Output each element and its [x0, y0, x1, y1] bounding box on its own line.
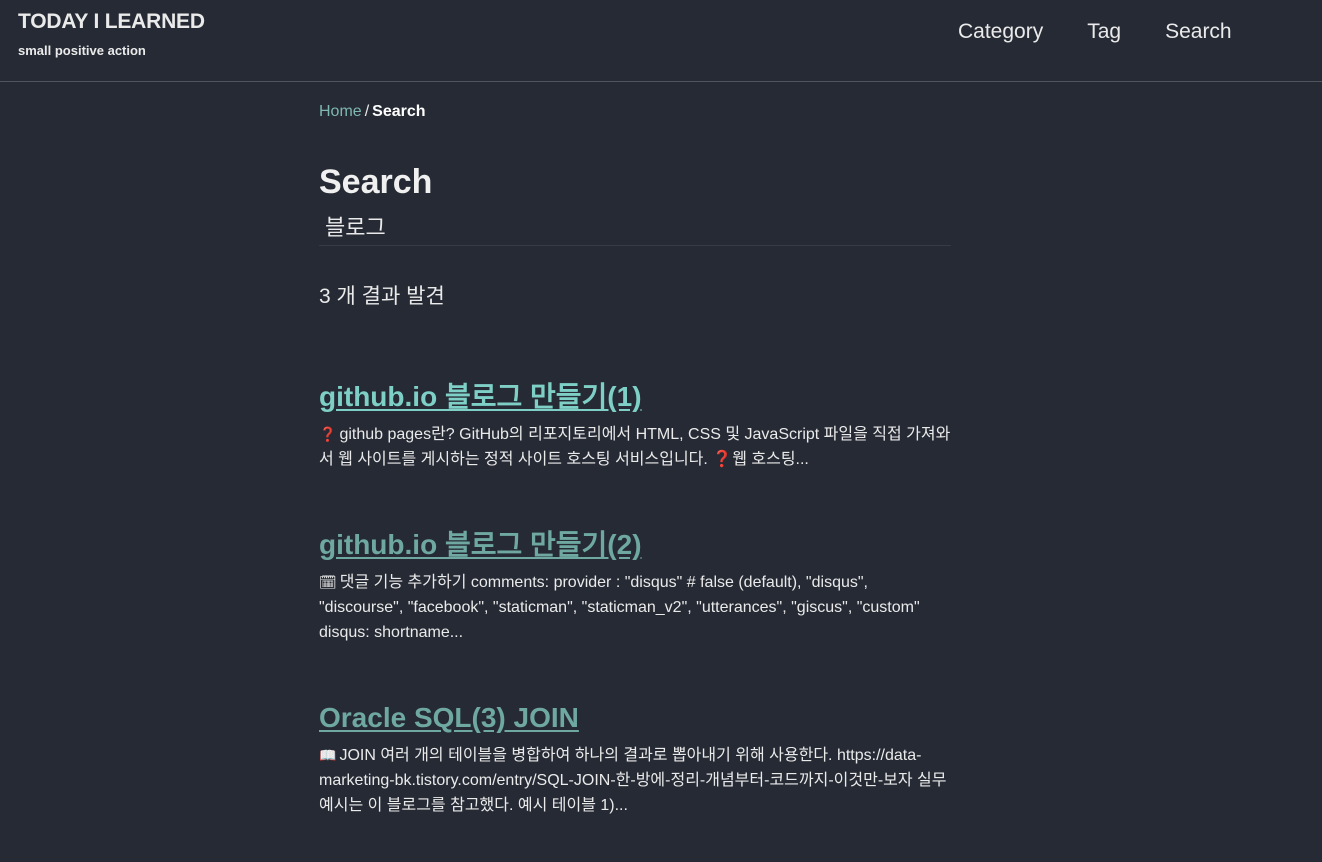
search-input[interactable]	[319, 206, 951, 246]
result-excerpt: 🗓 댓글 기능 추가하기 comments: provider : "disqus…	[319, 570, 951, 645]
breadcrumb: Home / Search	[319, 98, 951, 126]
result-title-link[interactable]: Oracle SQL(3) JOIN	[319, 701, 951, 735]
breadcrumb-separator: /	[364, 103, 370, 120]
result-excerpt-text: JOIN 여러 개의 테이블을 병합하여 하나의 결과로 뽑아내기 위해 사용한…	[319, 747, 947, 814]
page-title: Search	[319, 163, 433, 201]
breadcrumb-home-link[interactable]: Home	[319, 103, 362, 120]
calendar-icon: 🗓	[319, 574, 337, 590]
results-count: 3 개 결과 발견	[319, 285, 445, 308]
search-result: github.io 블로그 만들기(2) 🗓 댓글 기능 추가하기 comment…	[319, 528, 951, 645]
book-icon: 📖	[319, 747, 337, 763]
nav-tag[interactable]: Tag	[1087, 20, 1121, 44]
result-excerpt: 📖 JOIN 여러 개의 테이블을 병합하여 하나의 결과로 뽑아내기 위해 사용…	[319, 743, 951, 818]
breadcrumb-current: Search	[372, 103, 426, 120]
masthead: TODAY I LEARNED small positive action Ca…	[0, 0, 1322, 82]
result-excerpt-text: github pages란? GitHub의 리포지토리에서 HTML, CSS…	[319, 426, 951, 468]
result-title-link[interactable]: github.io 블로그 만들기(1)	[319, 380, 951, 414]
search-result: Oracle SQL(3) JOIN 📖 JOIN 여러 개의 테이블을 병합하여…	[319, 701, 951, 818]
result-excerpt-text: 댓글 기능 추가하기 comments: provider : "disqus"…	[319, 574, 920, 641]
question-mark-icon: ❓	[319, 426, 337, 442]
site-title-link[interactable]: TODAY I LEARNED	[18, 10, 205, 34]
result-title-link[interactable]: github.io 블로그 만들기(2)	[319, 528, 951, 562]
search-result: github.io 블로그 만들기(1) ❓ github pages란? Git…	[319, 380, 951, 472]
main-content: Home/Search Search 3 개 결과 발견 github.io 블…	[319, 98, 951, 814]
top-nav: Category Tag Search	[958, 20, 1276, 44]
nav-search[interactable]: Search	[1165, 20, 1232, 44]
nav-category[interactable]: Category	[958, 20, 1043, 44]
site-subtitle: small positive action	[18, 43, 146, 58]
result-excerpt: ❓ github pages란? GitHub의 리포지토리에서 HTML, CS…	[319, 422, 951, 472]
